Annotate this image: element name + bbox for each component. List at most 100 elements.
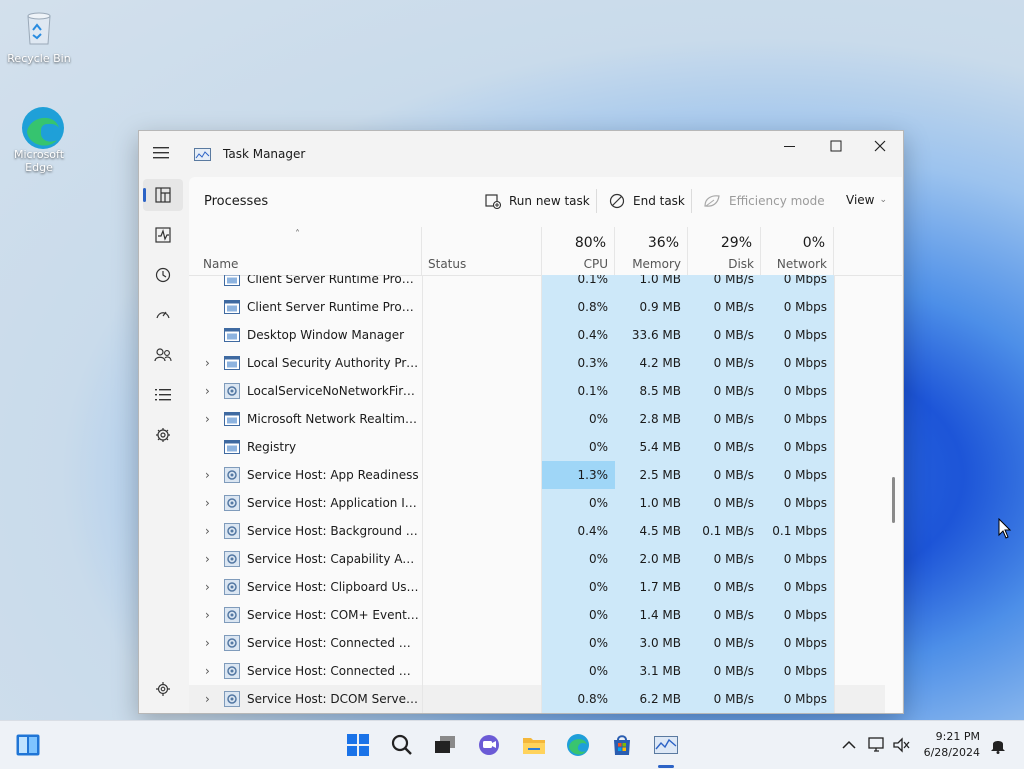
search-icon[interactable] [390, 733, 414, 757]
startup-apps-icon [156, 311, 170, 319]
notifications-icon[interactable] [986, 733, 1010, 757]
process-status-cell [422, 349, 542, 377]
table-row[interactable]: › Service Host: COM+ Event Sys... 0%1.4 MB… [189, 601, 885, 629]
chevron-right-icon[interactable]: › [205, 517, 210, 545]
process-status-cell [422, 573, 542, 601]
system-clock[interactable]: 9:21 PM 6/28/2024 [924, 729, 980, 761]
column-header-status[interactable]: Status [422, 227, 542, 275]
memory-cell: 33.6 MB [615, 321, 688, 349]
process-name: Desktop Window Manager [247, 328, 405, 342]
service-gear-icon [224, 579, 240, 595]
desktop-icon-edge[interactable]: Microsoft Edge [1, 104, 77, 174]
disk-total-percent: 29% [720, 235, 752, 251]
process-name: Service Host: App Readiness [247, 468, 419, 482]
chevron-right-icon[interactable]: › [205, 573, 210, 601]
process-name-cell: › Service Host: Connected Devi... [189, 657, 422, 685]
table-row[interactable]: › Service Host: Connected Devi... 0% 3.0 MB… [189, 629, 885, 657]
vertical-scrollbar[interactable] [892, 477, 895, 523]
title-bar[interactable]: Task Manager [139, 131, 903, 175]
process-name-cell: › Service Host: App Readiness [189, 461, 422, 489]
memory-cell: 4.5 MB [615, 517, 688, 545]
end-task-icon [609, 193, 625, 209]
cpu-cell: 0.1% [542, 377, 615, 405]
nav-performance[interactable] [143, 219, 183, 251]
cpu-cell: 0.4% [542, 321, 615, 349]
chevron-right-icon[interactable]: › [205, 349, 210, 377]
column-header-disk[interactable]: 29% Disk [688, 227, 761, 275]
details-icon [155, 389, 171, 401]
chevron-right-icon[interactable]: › [205, 489, 210, 517]
hamburger-menu-icon[interactable] [153, 146, 171, 160]
start-icon[interactable] [346, 733, 370, 757]
process-name-cell: Registry [189, 433, 422, 461]
chevron-right-icon[interactable]: › [205, 545, 210, 573]
chevron-right-icon[interactable]: › [205, 685, 210, 713]
table-row[interactable]: › LocalServiceNoNetworkFirewa... 0.1%8.5 M… [189, 377, 885, 405]
nav-processes[interactable] [143, 179, 183, 211]
chevron-right-icon[interactable]: › [205, 601, 210, 629]
memory-total-percent: 36% [647, 235, 679, 251]
process-name: Local Security Authority Proce... [247, 356, 419, 370]
column-header-network[interactable]: 0% Network [761, 227, 834, 275]
process-status-cell [422, 517, 542, 545]
column-header-name[interactable]: ˄ Name [189, 227, 422, 275]
close-button[interactable] [857, 131, 903, 161]
table-row[interactable]: › Service Host: App Readiness 1.3% 2.5 MB 0 … [189, 461, 885, 489]
file-explorer-icon[interactable] [522, 733, 546, 757]
process-list: Client Server Runtime Process 0.1% 1.0 MB 0… [189, 275, 902, 713]
table-row[interactable]: › Service Host: Connected Devi... 0% 3.1 MB… [189, 657, 885, 685]
maximize-button[interactable] [813, 131, 859, 161]
table-row[interactable]: › Service Host: DCOM Server Pr... 0.8% 6.2 … [189, 685, 885, 713]
table-row[interactable]: › Service Host: Background Inte... 0.4%4.5… [189, 517, 885, 545]
cpu-cell: 0% [542, 489, 615, 517]
chat-icon[interactable] [477, 733, 501, 757]
nav-settings[interactable] [143, 673, 183, 705]
volume-muted-icon[interactable] [890, 733, 914, 757]
chevron-right-icon[interactable]: › [205, 405, 210, 433]
process-name: Service Host: Clipboard User S... [247, 580, 419, 594]
table-row[interactable]: Client Server Runtime Process 0.8% 0.9 MB 0… [189, 293, 885, 321]
chevron-right-icon[interactable]: › [205, 461, 210, 489]
column-header-cpu[interactable]: 80% CPU [542, 227, 615, 275]
table-row[interactable]: Client Server Runtime Process 0.1% 1.0 MB 0… [189, 275, 885, 293]
taskbar: 9:21 PM 6/28/2024 [0, 720, 1024, 769]
process-name-cell: Client Server Runtime Process [189, 275, 422, 293]
table-row[interactable]: Desktop Window Manager 0.4% 33.6 MB 0 MB/s 0… [189, 321, 885, 349]
task-view-icon[interactable] [433, 733, 457, 757]
view-dropdown[interactable]: View ⌄ [846, 193, 887, 207]
column-header-memory[interactable]: 36% Memory [615, 227, 688, 275]
minimize-button[interactable] [767, 131, 813, 161]
process-name-cell: › Microsoft Network Realtime I... [189, 405, 422, 433]
table-row[interactable]: Registry 0% 5.4 MB 0 MB/s 0 Mbps [189, 433, 885, 461]
nav-app-history[interactable] [143, 259, 183, 291]
edge-icon[interactable] [566, 733, 590, 757]
nav-services[interactable] [143, 419, 183, 451]
nav-users[interactable] [143, 339, 183, 371]
efficiency-mode-button[interactable]: Efficiency mode [703, 193, 825, 209]
nav-details[interactable] [143, 379, 183, 411]
network-icon[interactable] [865, 733, 889, 757]
chevron-right-icon[interactable]: › [205, 377, 210, 405]
memory-cell: 2.5 MB [615, 461, 688, 489]
task-manager-icon[interactable] [654, 733, 678, 757]
chevron-up-icon[interactable] [837, 733, 861, 757]
table-row[interactable]: › Service Host: Capability Acces... 0%2.0 … [189, 545, 885, 573]
chevron-right-icon[interactable]: › [205, 657, 210, 685]
run-new-task-button[interactable]: Run new task [485, 193, 590, 209]
service-gear-icon [224, 551, 240, 567]
widgets-icon[interactable] [16, 733, 40, 757]
table-row[interactable]: › Service Host: Application Infor... 0%1.0… [189, 489, 885, 517]
disk-cell: 0 MB/s [688, 601, 761, 629]
process-status-cell [422, 275, 542, 293]
memory-cell: 1.0 MB [615, 489, 688, 517]
cpu-cell: 0% [542, 545, 615, 573]
table-row[interactable]: › Local Security Authority Proce... 0.3%4.… [189, 349, 885, 377]
table-row[interactable]: › Service Host: Clipboard User S... 0%1.7 … [189, 573, 885, 601]
end-task-button[interactable]: End task [609, 193, 685, 209]
table-row[interactable]: › Microsoft Network Realtime I... 0% 2.8 MB… [189, 405, 885, 433]
desktop-icon-recycle-bin[interactable]: Recycle Bin [1, 8, 77, 65]
chevron-right-icon[interactable]: › [205, 629, 210, 657]
nav-startup-apps[interactable] [143, 299, 183, 331]
store-icon[interactable] [610, 733, 634, 757]
process-name: Service Host: Connected Devi... [247, 664, 419, 678]
